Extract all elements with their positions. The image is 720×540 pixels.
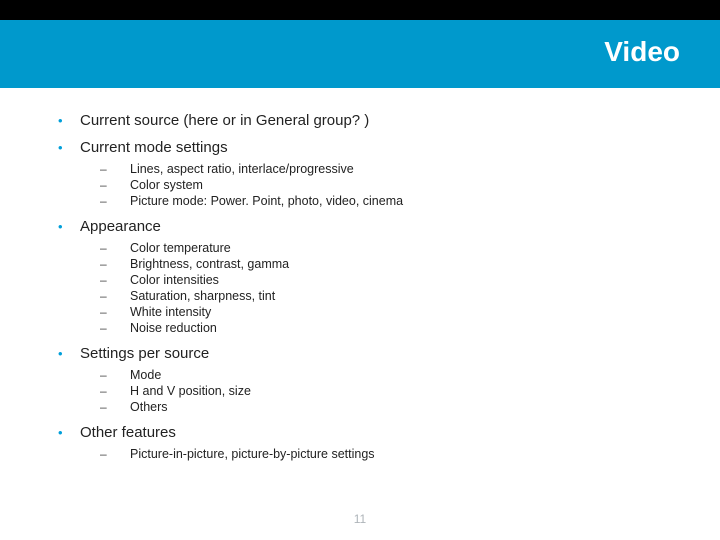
dash-icon: –: [100, 257, 110, 271]
sub-item: – Picture-in-picture, picture-by-picture …: [100, 447, 690, 461]
list-item: • Other features – Picture-in-picture, pi…: [58, 424, 690, 461]
dash-icon: –: [100, 447, 110, 461]
sub-item: – Mode: [100, 368, 690, 382]
sub-list: – Mode – H and V position, size – Others: [100, 368, 690, 414]
sub-text: Picture-in-picture, picture-by-picture s…: [130, 447, 375, 461]
dash-icon: –: [100, 273, 110, 287]
dash-icon: –: [100, 178, 110, 192]
sub-text: Color system: [130, 178, 203, 192]
item-text: Other features: [80, 424, 176, 441]
slide-title: Video: [604, 36, 680, 68]
sub-item: – Others: [100, 400, 690, 414]
item-text: Appearance: [80, 218, 161, 235]
item-text: Current mode settings: [80, 139, 228, 156]
dash-icon: –: [100, 368, 110, 382]
sub-text: Lines, aspect ratio, interlace/progressi…: [130, 162, 354, 176]
item-text: Settings per source: [80, 345, 209, 362]
dash-icon: –: [100, 162, 110, 176]
list-item: • Settings per source – Mode – H and V pos…: [58, 345, 690, 414]
bullet-icon: •: [58, 347, 66, 360]
list-item: • Current mode settings – Lines, aspect r…: [58, 139, 690, 208]
sub-item: – Color temperature: [100, 241, 690, 255]
dash-icon: –: [100, 305, 110, 319]
bullet-icon: •: [58, 141, 66, 154]
dash-icon: –: [100, 194, 110, 208]
page-number: 11: [0, 512, 720, 526]
sub-text: H and V position, size: [130, 384, 251, 398]
sub-text: Color temperature: [130, 241, 231, 255]
dash-icon: –: [100, 321, 110, 335]
bullet-icon: •: [58, 220, 66, 233]
sub-item: – Brightness, contrast, gamma: [100, 257, 690, 271]
slide-header: Video: [0, 0, 720, 88]
sub-item: – H and V position, size: [100, 384, 690, 398]
bullet-icon: •: [58, 114, 66, 127]
sub-item: – Color intensities: [100, 273, 690, 287]
slide-content: • Current source (here or in General gro…: [0, 88, 720, 461]
sub-item: – White intensity: [100, 305, 690, 319]
sub-list: – Picture-in-picture, picture-by-picture …: [100, 447, 690, 461]
sub-list: – Color temperature – Brightness, contrast…: [100, 241, 690, 335]
dash-icon: –: [100, 241, 110, 255]
dash-icon: –: [100, 400, 110, 414]
item-text: Current source (here or in General group…: [80, 112, 369, 129]
sub-text: White intensity: [130, 305, 211, 319]
sub-text: Saturation, sharpness, tint: [130, 289, 275, 303]
sub-item: – Lines, aspect ratio, interlace/progress…: [100, 162, 690, 176]
list-item: • Current source (here or in General gro…: [58, 112, 690, 129]
sub-item: – Color system: [100, 178, 690, 192]
slide: Video • Current source (here or in Gener…: [0, 0, 720, 540]
sub-text: Color intensities: [130, 273, 219, 287]
sub-text: Mode: [130, 368, 161, 382]
sub-list: – Lines, aspect ratio, interlace/progress…: [100, 162, 690, 208]
header-band: [0, 0, 720, 20]
dash-icon: –: [100, 384, 110, 398]
sub-text: Brightness, contrast, gamma: [130, 257, 289, 271]
sub-item: – Saturation, sharpness, tint: [100, 289, 690, 303]
sub-text: Others: [130, 400, 168, 414]
bullet-list: • Current source (here or in General gro…: [58, 112, 690, 461]
bullet-icon: •: [58, 426, 66, 439]
sub-item: – Picture mode: Power. Point, photo, vide…: [100, 194, 690, 208]
list-item: • Appearance – Color temperature – Brightn…: [58, 218, 690, 335]
sub-item: – Noise reduction: [100, 321, 690, 335]
sub-text: Noise reduction: [130, 321, 217, 335]
sub-text: Picture mode: Power. Point, photo, video…: [130, 194, 403, 208]
dash-icon: –: [100, 289, 110, 303]
